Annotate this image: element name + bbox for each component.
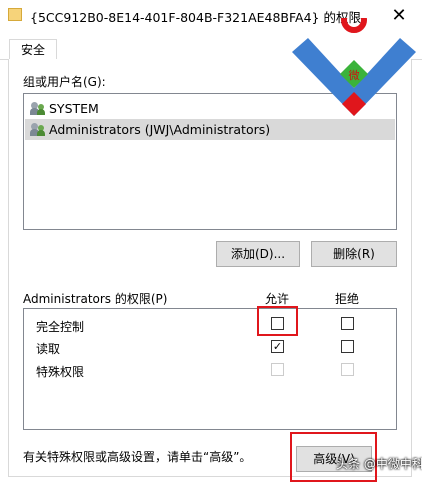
advanced-hint: 有关特殊权限或高级设置，请单击“高级”。 [23,450,252,464]
special-allow-checkbox [271,363,284,376]
watermark-ring [341,18,367,33]
perm-label-read: 读取 [36,342,61,356]
folder-icon [8,8,22,21]
user-group-icon [30,122,46,137]
add-button[interactable]: 添加(D)... [216,241,300,267]
remove-button[interactable]: 删除(R) [311,241,397,267]
watermark-badge-char: 微 [349,68,360,82]
allow-header: 允许 [265,292,290,306]
watermark-text: 头条 @中微中科技 [336,457,422,471]
watermark-logo: 微 [292,18,416,116]
highlight-box-checkbox [257,306,298,336]
list-item-label: Administrators (JWJ\Administrators) [49,122,271,137]
special-deny-checkbox [341,363,354,376]
tab-security[interactable]: 安全 [9,39,57,60]
full-control-deny-checkbox[interactable] [341,317,354,330]
read-deny-checkbox[interactable] [341,340,354,353]
list-item-label: SYSTEM [49,101,99,116]
user-group-icon [30,101,46,116]
read-allow-checkbox[interactable]: ✓ [271,340,284,353]
deny-header: 拒绝 [335,292,360,306]
perm-label-full-control: 完全控制 [36,320,85,334]
perm-label-special: 特殊权限 [36,365,85,379]
users-label: 组或用户名(G): [23,75,106,89]
permissions-title: Administrators 的权限(P) [23,292,168,306]
